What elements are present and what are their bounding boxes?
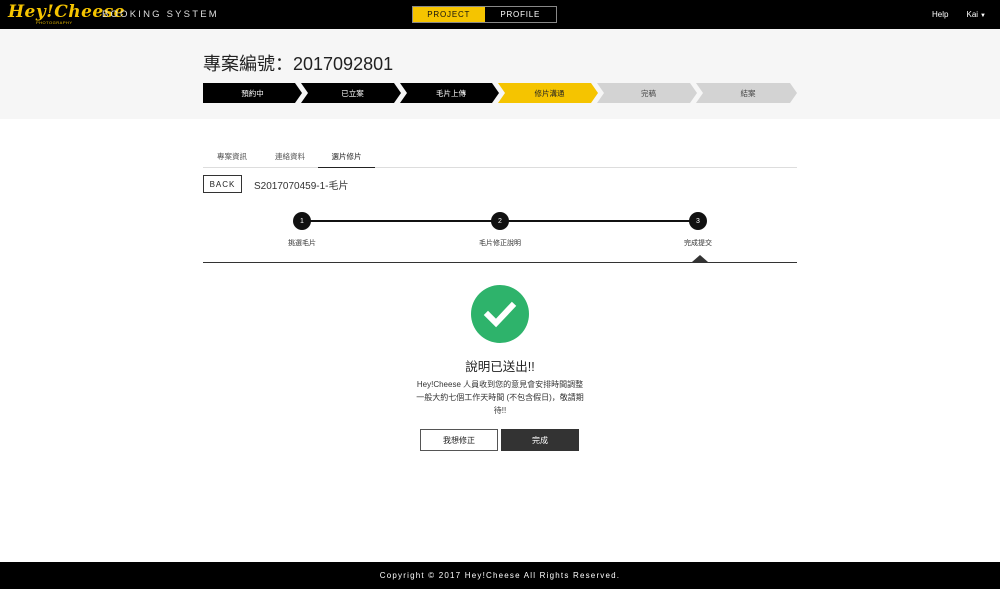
done-button[interactable]: 完成 [501,429,579,451]
project-header [0,29,1000,119]
action-buttons: 我想修正 完成 [420,429,579,451]
tab-select-retouch[interactable]: 選片修片 [318,145,375,168]
caret-down-icon: ▼ [980,13,986,19]
tab-project[interactable]: PROJECT [413,7,485,22]
back-row: BACK S2017070459-1-毛片 [203,175,349,193]
success-check-icon [471,285,529,343]
back-button[interactable]: BACK [203,175,242,193]
user-menu[interactable]: Kai ▼ [966,10,986,19]
check-icon [483,301,517,328]
progress-step-2-label: 毛片修正說明 [479,240,521,247]
current-step-pointer [692,255,708,262]
top-navigation-bar: Hey!Cheese PHOTOGRAPHY BOOKING SYSTEM PR… [0,0,1000,29]
footer: Copyright © 2017 Hey!Cheese All Rights R… [0,562,1000,589]
progress-step-1-label: 挑選毛片 [288,240,316,247]
page-title: 專案編號：2017092801 [203,54,394,74]
status-step-4: 修片溝通 [534,88,565,98]
status-step-3: 毛片上傳 [436,88,466,98]
success-title: 說明已送出!! [465,360,535,374]
tab-contact-info[interactable]: 連絡資料 [261,145,319,168]
copyright-text: Copyright © 2017 Hey!Cheese All Rights R… [379,571,621,580]
progress-step-3-dot: 3 [689,212,707,230]
status-step-6: 結案 [740,88,756,98]
tab-project-info[interactable]: 專案資訊 [203,145,261,168]
brand-logo-subtitle: PHOTOGRAPHY [36,20,73,25]
progress-step-1-dot: 1 [293,212,311,230]
top-tab-group: PROJECT PROFILE [412,6,557,23]
progress-baseline [203,262,797,263]
tab-profile[interactable]: PROFILE [485,7,557,22]
progress-step-3-label: 完成提交 [684,240,712,247]
revise-button[interactable]: 我想修正 [420,429,498,451]
system-title: BOOKING SYSTEM [102,9,219,20]
help-link[interactable]: Help [932,10,948,19]
user-name: Kai [966,10,979,19]
status-step-5: 完稿 [641,88,656,98]
top-right-menu: Help Kai ▼ [932,10,986,19]
submission-progress: 1 2 3 挑選毛片 毛片修正說明 完成提交 [203,210,797,270]
photo-set-id: S2017070459-1-毛片 [254,180,349,192]
project-sub-tabs: 專案資訊 連絡資料 選片修片 [203,145,797,168]
status-step-1: 預約中 [241,88,264,98]
status-step-2: 已立案 [341,88,364,98]
status-step-bar: 預約中 已立案 毛片上傳 修片溝通 完稿 結案 [203,83,797,103]
progress-step-2-dot: 2 [491,212,509,230]
success-message: Hey!Cheese 人員收到您的意見會安排時間調整一般大約七個工作天時間 (不… [416,380,584,415]
